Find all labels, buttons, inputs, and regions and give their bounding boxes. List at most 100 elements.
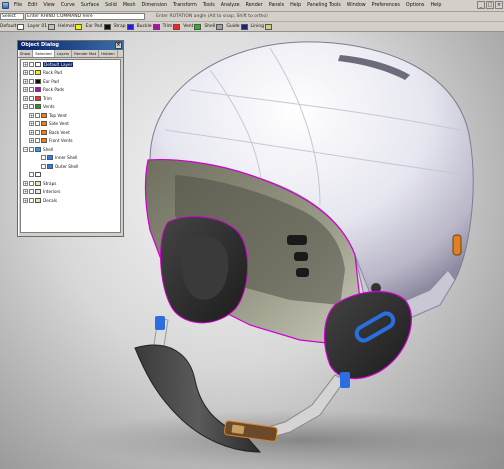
expand-toggle-icon[interactable]: − [23, 104, 28, 110]
tree-row[interactable]: + Straps [21, 179, 120, 188]
menu-item[interactable]: Window [344, 1, 369, 10]
visibility-checkbox[interactable] [29, 180, 34, 186]
visibility-checkbox[interactable] [29, 172, 34, 178]
layer-color-swatch[interactable] [126, 23, 134, 30]
layer-color-swatch[interactable] [152, 23, 160, 30]
expand-toggle-icon[interactable]: + [29, 121, 34, 127]
menu-item[interactable]: Help [427, 1, 444, 10]
expand-toggle-icon[interactable]: + [29, 138, 34, 144]
expand-toggle-icon[interactable]: + [23, 197, 28, 203]
layer-color-swatch[interactable] [48, 23, 56, 30]
visibility-checkbox[interactable] [29, 104, 34, 110]
expand-toggle-icon[interactable]: + [23, 70, 28, 76]
tree-row[interactable]: + Interiors [21, 188, 120, 197]
menu-item[interactable]: View [40, 1, 57, 10]
object-dialog-title-bar[interactable]: Object Dialog × [18, 41, 123, 50]
menu-item[interactable]: Preferences [369, 1, 403, 10]
menu-item[interactable]: Options [403, 1, 428, 10]
layer-chip[interactable]: Vent [183, 23, 202, 30]
layer-color-swatch[interactable] [103, 23, 111, 30]
expand-toggle-icon[interactable]: + [23, 61, 28, 67]
expand-toggle-icon[interactable]: + [23, 189, 28, 195]
expand-toggle-icon[interactable]: + [29, 112, 34, 118]
command-input[interactable]: Enter RHINO COMMAND here [25, 13, 145, 20]
tree-row[interactable]: Inner Shell [21, 154, 120, 163]
tree-row[interactable]: + Top Vent [21, 111, 120, 120]
layer-color-swatch[interactable] [216, 23, 224, 30]
close-button[interactable]: × [495, 1, 503, 9]
menu-item[interactable]: Render [243, 1, 266, 10]
tree-row[interactable]: + Back Vent [21, 128, 120, 137]
visibility-checkbox[interactable] [35, 112, 40, 118]
menu-item[interactable]: File [11, 1, 25, 10]
layer-color-swatch[interactable] [75, 23, 83, 30]
tab-hidden[interactable]: Hidden [99, 50, 118, 57]
layer-color-swatch[interactable] [173, 23, 181, 30]
close-icon[interactable]: × [115, 42, 122, 49]
menu-item[interactable]: Paneling Tools [304, 1, 344, 10]
tab-layers[interactable]: Layers [55, 50, 73, 57]
tree-row[interactable]: + Decals [21, 196, 120, 205]
layer-color-swatch[interactable] [17, 23, 25, 30]
visibility-checkbox[interactable] [29, 95, 34, 101]
layer-color-swatch[interactable] [240, 23, 248, 30]
layer-color-swatch[interactable] [194, 23, 202, 30]
visibility-checkbox[interactable] [29, 78, 34, 84]
layer-chip[interactable]: Shell [204, 23, 224, 30]
tree-row[interactable]: + Rock Pads [21, 86, 120, 95]
tab-render-mat[interactable]: Render Mat [72, 50, 100, 57]
menu-item[interactable]: Transform [170, 1, 200, 10]
menu-item[interactable]: Surface [78, 1, 102, 10]
visibility-checkbox[interactable] [29, 61, 34, 67]
menu-item[interactable]: Curve [58, 1, 78, 10]
layer-chip[interactable]: Lining [251, 23, 273, 30]
menu-item[interactable]: Solid [102, 1, 120, 10]
tree-row[interactable]: + Front Vents [21, 137, 120, 146]
visibility-checkbox[interactable] [41, 163, 46, 169]
layer-chip[interactable]: Guide [226, 23, 248, 30]
minimize-button[interactable]: _ [477, 1, 485, 9]
tree-row[interactable]: − Shell [21, 145, 120, 154]
tab-selected[interactable]: Selected [33, 50, 55, 57]
maximize-button[interactable]: □ [486, 1, 494, 9]
expand-toggle-icon[interactable]: − [23, 146, 28, 152]
layer-chip[interactable]: Ear Pad [85, 23, 111, 30]
tree-row[interactable]: + Ear Pad [21, 77, 120, 86]
layer-chip[interactable]: Default [0, 23, 25, 30]
menu-item[interactable]: Analyze [218, 1, 243, 10]
menu-item[interactable]: Tools [200, 1, 218, 10]
tree-row[interactable]: − Vents [21, 103, 120, 112]
menu-item[interactable]: Mesh [120, 1, 139, 10]
expand-toggle-icon[interactable]: + [23, 180, 28, 186]
layer-chip[interactable]: Trim [163, 23, 181, 30]
layer-chip[interactable]: Helmet [58, 23, 83, 30]
layer-color-swatch[interactable] [265, 23, 273, 30]
menu-item[interactable]: Help [287, 1, 304, 10]
expand-toggle-icon[interactable]: + [23, 87, 28, 93]
expand-toggle-icon[interactable]: + [23, 95, 28, 101]
layer-chip[interactable]: Buckle [137, 23, 160, 30]
visibility-checkbox[interactable] [29, 146, 34, 152]
visibility-checkbox[interactable] [41, 155, 46, 161]
visibility-checkbox[interactable] [35, 138, 40, 144]
expand-toggle-icon[interactable]: + [29, 129, 34, 135]
tree-row[interactable] [21, 171, 120, 180]
tree-row[interactable]: + Side Vent [21, 120, 120, 129]
visibility-checkbox[interactable] [35, 121, 40, 127]
visibility-checkbox[interactable] [35, 129, 40, 135]
tree-row[interactable]: Outer Shell [21, 162, 120, 171]
menu-item[interactable]: Panels [266, 1, 287, 10]
layer-chip[interactable]: Strap [114, 23, 134, 30]
tree-row[interactable]: + Trim [21, 94, 120, 103]
expand-toggle-icon[interactable]: + [23, 78, 28, 84]
visibility-checkbox[interactable] [29, 70, 34, 76]
visibility-checkbox[interactable] [29, 197, 34, 203]
menu-item[interactable]: Dimension [139, 1, 171, 10]
visibility-checkbox[interactable] [29, 87, 34, 93]
tree-row[interactable]: + Default Layer [21, 60, 120, 69]
visibility-checkbox[interactable] [29, 189, 34, 195]
tree-row[interactable]: + Rock Pad [21, 69, 120, 78]
menu-item[interactable]: Edit [25, 1, 40, 10]
object-tree[interactable]: + Default Layer + Rock Pad + Ear Pad + Rock Pad… [20, 59, 121, 233]
layer-chip[interactable]: Layer 01 [27, 23, 56, 30]
